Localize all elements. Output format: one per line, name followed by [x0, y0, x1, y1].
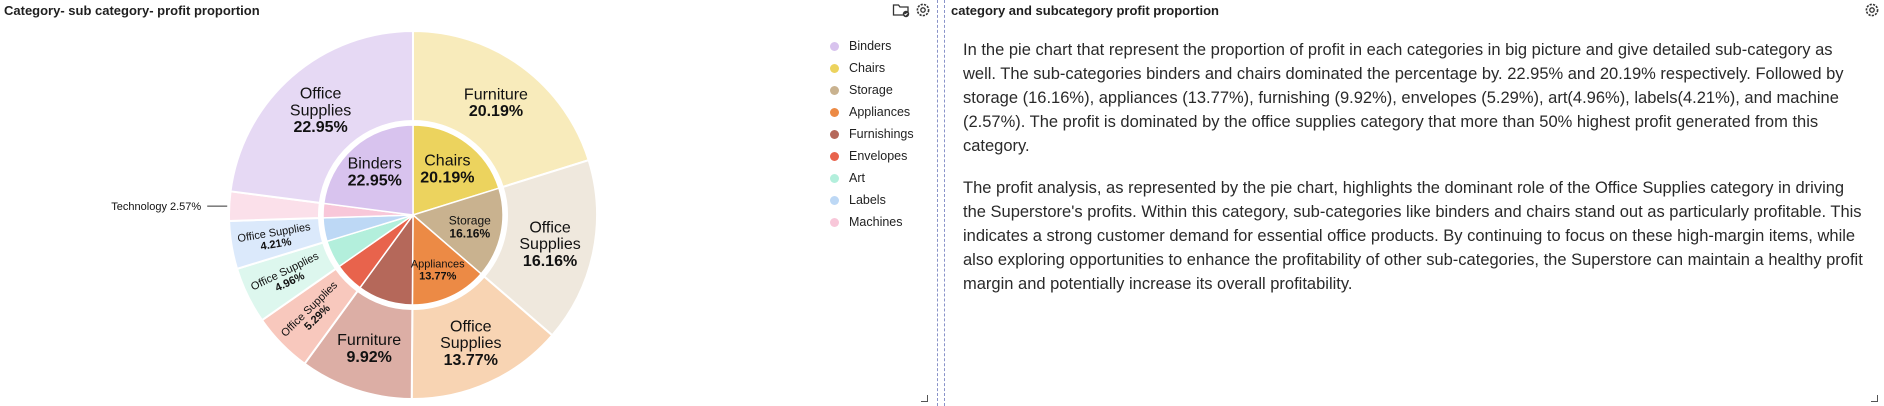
chart-legend: Binders Chairs Storage Appliances Furnishing…	[830, 35, 914, 233]
resize-handle[interactable]	[1871, 395, 1878, 402]
legend-swatch	[830, 85, 839, 95]
legend-swatch	[830, 173, 839, 183]
legend-label: Storage	[849, 83, 893, 97]
legend-item[interactable]: Labels	[830, 189, 914, 211]
legend-swatch	[830, 195, 839, 205]
analysis-text: In the pie chart that represent the prop…	[963, 38, 1868, 314]
legend-label: Furnishings	[849, 127, 914, 141]
legend-swatch	[830, 129, 839, 139]
gear-icon[interactable]	[1862, 0, 1882, 20]
right-text-panel: category and subcategory profit proporti…	[945, 0, 1884, 406]
resize-handle[interactable]	[921, 395, 928, 402]
legend-item[interactable]: Envelopes	[830, 145, 914, 167]
technology-callout-label: Technology 2.57%	[111, 201, 201, 213]
outer-segment-label: Furniture 9.92%	[337, 332, 401, 366]
legend-label: Art	[849, 171, 865, 185]
analysis-paragraph: In the pie chart that represent the prop…	[963, 41, 1844, 155]
inner-segment-label: Storage 16.16%	[449, 214, 491, 241]
sunburst-chart: Binders 22.95%Chairs 20.19%Storage 16.16%Ap…	[111, 29, 598, 401]
legend-swatch	[830, 41, 839, 51]
legend-swatch	[830, 151, 839, 161]
legend-swatch	[830, 107, 839, 117]
inner-segment-label: Binders 22.95%	[348, 156, 402, 190]
legend-label: Machines	[849, 215, 903, 229]
legend-swatch	[830, 63, 839, 73]
legend-label: Appliances	[849, 105, 911, 119]
outer-segment-label: Furniture 20.19%	[464, 86, 528, 120]
legend-label: Chairs	[849, 61, 886, 75]
text-panel-title: category and subcategory profit proporti…	[951, 3, 1219, 18]
legend-label: Envelopes	[849, 149, 908, 163]
legend-item[interactable]: Art	[830, 167, 914, 189]
legend-item[interactable]: Binders	[830, 35, 914, 57]
legend-item[interactable]: Furnishings	[830, 123, 914, 145]
legend-label: Binders	[849, 39, 892, 53]
panel-divider	[937, 0, 938, 406]
legend-label: Labels	[849, 193, 886, 207]
legend-item[interactable]: Chairs	[830, 57, 914, 79]
legend-item[interactable]: Machines	[830, 211, 914, 233]
legend-item[interactable]: Storage	[830, 79, 914, 101]
legend-swatch	[830, 217, 839, 227]
inner-segment-label: Chairs 20.19%	[420, 152, 474, 186]
analysis-paragraph: The profit analysis, as represented by t…	[963, 179, 1863, 293]
left-chart-panel: Category- sub category- profit proportio…	[0, 0, 935, 406]
legend-item[interactable]: Appliances	[830, 101, 914, 123]
